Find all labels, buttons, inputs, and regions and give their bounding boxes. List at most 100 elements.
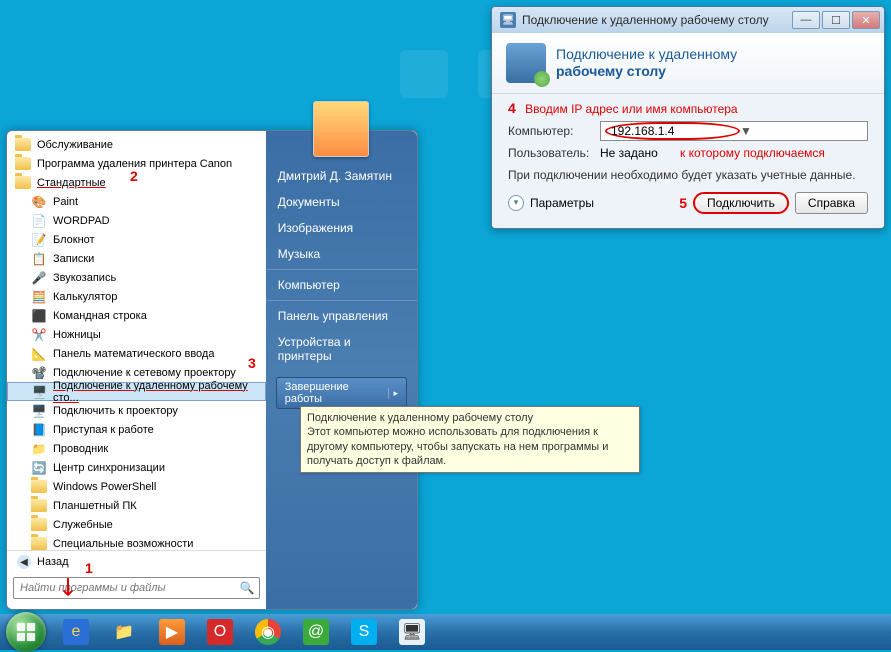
app-icon: 📁 [31, 441, 47, 457]
user-name[interactable]: Дмитрий Д. Замятин [266, 163, 417, 189]
program-item[interactable]: 🔄Центр синхронизации [7, 458, 266, 477]
start-right-item[interactable]: Музыка [266, 241, 417, 267]
anno-target: к которому подключаемся [680, 146, 825, 160]
shutdown-button[interactable]: Завершение работы ▸ [276, 377, 407, 409]
program-label: Планшетный ПК [53, 500, 137, 512]
search-box: 🔍 [13, 577, 260, 599]
folder-icon [31, 499, 47, 512]
folder-icon [15, 157, 31, 170]
program-label: Панель математического ввода [53, 348, 214, 360]
start-button[interactable] [6, 612, 46, 652]
program-item[interactable]: 📐 Панель математического ввода [7, 344, 266, 363]
chevron-down-icon: ▼ [740, 124, 863, 138]
program-label: Подключение к удаленному рабочему сто... [53, 380, 257, 404]
program-item[interactable]: 📄WORDPAD [7, 211, 266, 230]
start-right-item[interactable]: Компьютер [266, 272, 417, 298]
anno-1: 1 [85, 560, 93, 576]
skype-icon: S [351, 619, 377, 645]
program-label: Служебные [53, 519, 113, 531]
opera-icon[interactable]: O [197, 617, 243, 647]
app-icon: ⬛ [31, 308, 47, 324]
anno-3: 3 [248, 355, 256, 371]
app-icon: 📝 [31, 232, 47, 248]
app-icon: 📘 [31, 422, 47, 438]
chevron-right-icon: ▸ [388, 388, 402, 399]
rdp-title-icon: 🖥 [500, 12, 516, 28]
program-item[interactable]: 🖥️ Подключение к удаленному рабочему сто.… [7, 382, 266, 401]
program-label: Проводник [53, 443, 108, 455]
folder-icon [15, 176, 31, 189]
help-button[interactable]: Справка [795, 192, 868, 214]
folder-icon [31, 518, 47, 531]
app-icon: 📐 [31, 346, 47, 362]
chrome-icon[interactable]: ◉ [245, 617, 291, 647]
start-menu: ОбслуживаниеПрограмма удаления принтера … [6, 130, 418, 610]
params-label: Параметры [530, 196, 594, 210]
program-label: Windows PowerShell [53, 481, 156, 493]
wmp-icon[interactable]: ▶ [149, 617, 195, 647]
program-item[interactable]: 📋 Записки [7, 249, 266, 268]
program-item[interactable]: Специальные возможности [7, 534, 266, 550]
user-avatar[interactable] [313, 101, 369, 157]
rdp-task-icon[interactable]: 🖥 [389, 617, 435, 647]
rdp-header-text: Подключение к удаленному рабочему столу [556, 46, 737, 80]
program-item[interactable]: 📝 Блокнот [7, 230, 266, 249]
folder-icon [31, 537, 47, 550]
program-item[interactable]: Windows PowerShell [7, 477, 266, 496]
taskbar: e📁 ▶ O ◉ @ S 🖥 [0, 614, 891, 650]
tooltip: Подключение к удаленному рабочему столу … [300, 406, 640, 473]
back-arrow-icon: ◀ [17, 555, 31, 569]
maximize-button[interactable]: ☐ [822, 11, 850, 29]
search-icon: 🔍 [240, 581, 255, 595]
chrome-icon: ◉ [255, 619, 281, 645]
program-item[interactable]: ⬛Командная строка [7, 306, 266, 325]
program-item[interactable]: Обслуживание [7, 135, 266, 154]
start-right-item[interactable]: Изображения [266, 215, 417, 241]
computer-combo[interactable]: 192.168.1.4 ▼ [600, 121, 868, 141]
tooltip-body: Этот компьютер можно использовать для по… [307, 425, 633, 468]
program-label: Центр синхронизации [53, 462, 165, 474]
program-item[interactable]: 🎨Paint [7, 192, 266, 211]
anno-2: 2 [130, 168, 138, 184]
start-right-item[interactable]: Документы [266, 189, 417, 215]
rdp-titlebar[interactable]: 🖥 Подключение к удаленному рабочему стол… [492, 7, 884, 33]
program-label: WORDPAD [53, 215, 110, 227]
rdp-header-icon [506, 43, 546, 83]
tooltip-title: Подключение к удаленному рабочему столу [307, 411, 633, 425]
program-label: Записки [53, 253, 94, 265]
mail-icon[interactable]: @ [293, 617, 339, 647]
ie-icon[interactable]: e [53, 617, 99, 647]
program-label: Специальные возможности [53, 538, 193, 550]
program-item[interactable]: 📁 Проводник [7, 439, 266, 458]
app-icon: 📋 [31, 251, 47, 267]
explorer-icon[interactable]: 📁 [101, 617, 147, 647]
program-item[interactable]: 🧮Калькулятор [7, 287, 266, 306]
program-label: Звукозапись [53, 272, 116, 284]
program-item[interactable]: Служебные [7, 515, 266, 534]
program-item[interactable]: 🎤Звукозапись [7, 268, 266, 287]
search-input[interactable] [13, 577, 260, 599]
connect-button[interactable]: Подключить [693, 192, 789, 214]
start-right-item[interactable]: Устройства и принтеры [266, 329, 417, 369]
anno-5: 5 [679, 195, 687, 211]
program-item[interactable]: 📘Приступая к работе [7, 420, 266, 439]
start-right-item[interactable]: Панель управления [266, 303, 417, 329]
skype-icon[interactable]: S [341, 617, 387, 647]
program-item[interactable]: 🖥️Подключить к проектору [7, 401, 266, 420]
program-item[interactable]: ✂️Ножницы [7, 325, 266, 344]
start-menu-programs: ОбслуживаниеПрограмма удаления принтера … [7, 131, 266, 609]
app-icon: 🖥️ [32, 384, 47, 400]
rdp-task-icon: 🖥 [399, 619, 425, 645]
program-item[interactable]: Планшетный ПК [7, 496, 266, 515]
program-label: Блокнот [53, 234, 95, 246]
back-button[interactable]: ◀ Назад [7, 550, 266, 573]
params-toggle[interactable]: ▾ Параметры [508, 195, 673, 211]
program-label: Обслуживание [37, 139, 113, 151]
close-button[interactable]: ✕ [852, 11, 880, 29]
wmp-icon: ▶ [159, 619, 185, 645]
minimize-button[interactable]: — [792, 11, 820, 29]
program-label: Paint [53, 196, 78, 208]
computer-value: 192.168.1.4 [605, 122, 740, 140]
opera-icon: O [207, 619, 233, 645]
program-label: Подключить к проектору [53, 405, 178, 417]
